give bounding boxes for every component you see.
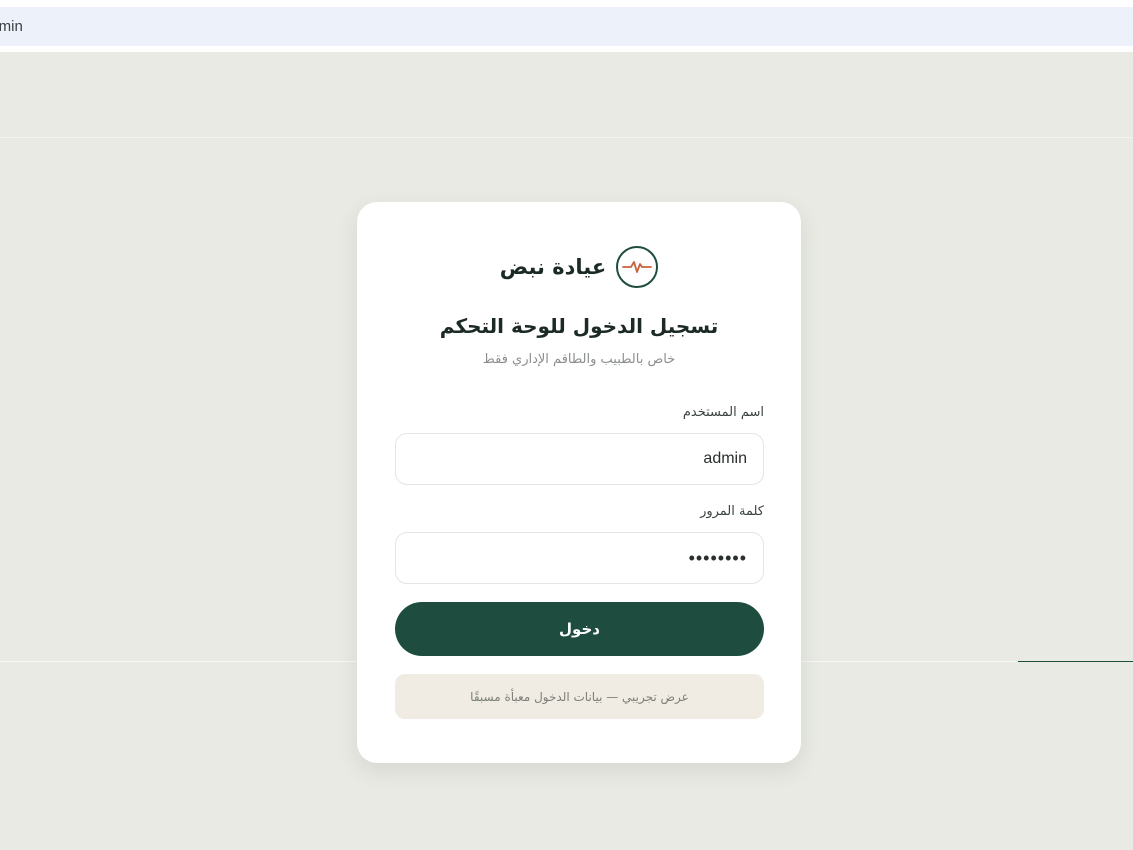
browser-top-strip: admin [0,0,1133,52]
pulse-icon-glyph [622,261,653,273]
username-value: admin [703,450,747,467]
login-card: عيادة نبض تسجيل الدخول للوحة التحكم خاص … [357,202,801,763]
page-title: تسجيل الدخول للوحة التحكم [439,314,719,338]
divider-top [0,137,1133,138]
password-label: كلمة المرور [700,504,764,519]
brand-name: عيادة نبض [499,255,607,279]
password-input[interactable]: •••••••• [395,532,764,584]
login-button[interactable]: دخول [395,602,764,656]
username-input[interactable]: admin [395,433,764,485]
accent-line [1018,661,1133,662]
login-page: عيادة نبض تسجيل الدخول للوحة التحكم خاص … [0,52,1133,850]
demo-notice: عرض تجريبي — بيانات الدخول معبأة مسبقًا [395,674,764,719]
address-text: admin [0,18,23,35]
username-label: اسم المستخدم [682,405,764,420]
pulse-icon [616,246,659,288]
page-subtitle: خاص بالطبيب والطاقم الإداري فقط [482,352,676,367]
password-value: •••••••• [688,547,747,568]
address-bar[interactable]: admin [0,7,1133,46]
brand: عيادة نبض [357,246,801,288]
